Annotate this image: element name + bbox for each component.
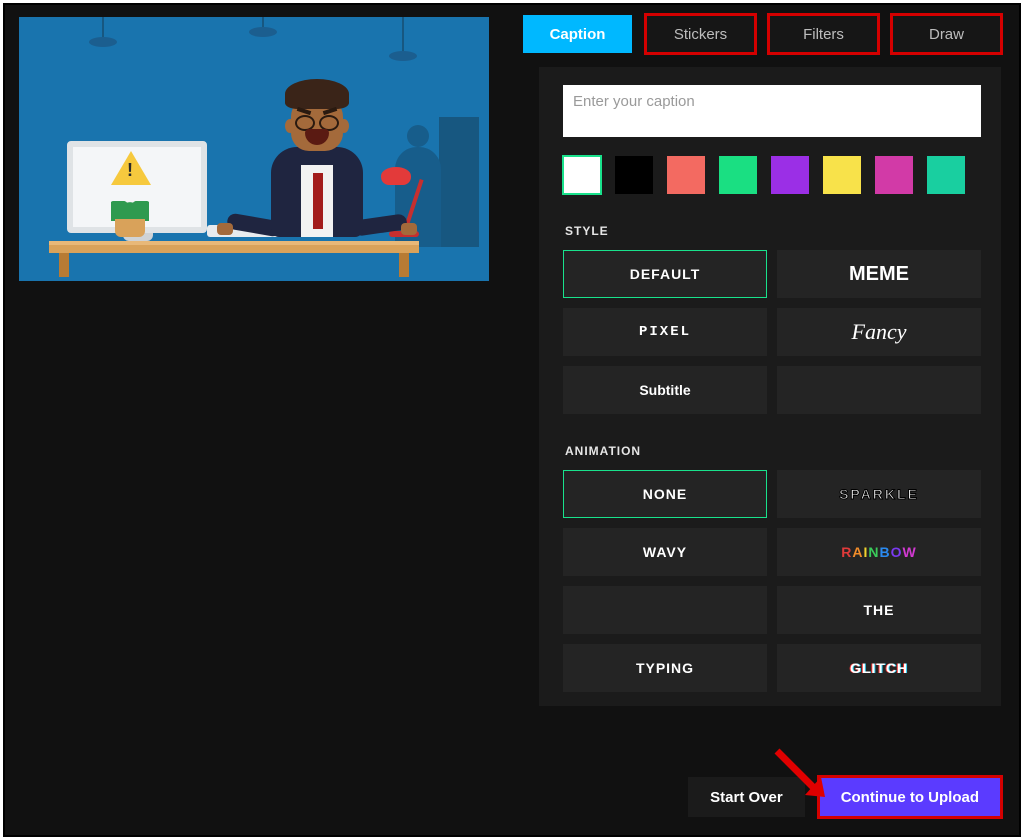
decoration xyxy=(399,253,409,277)
decoration xyxy=(439,117,479,247)
style-section-label: STYLE xyxy=(565,224,981,238)
start-over-button[interactable]: Start Over xyxy=(688,777,805,817)
character-illustration xyxy=(257,69,377,237)
style-option-default[interactable]: DEFAULT xyxy=(563,250,767,298)
preview-canvas[interactable]: ! xyxy=(19,17,489,281)
color-swatch-magenta[interactable] xyxy=(875,156,913,194)
style-grid: DEFAULTMEMEPIXELFancySubtitle xyxy=(563,250,981,414)
continue-upload-button[interactable]: Continue to Upload xyxy=(819,777,1001,817)
decoration xyxy=(49,241,419,253)
animation-option-sparkle[interactable]: SPARKLE xyxy=(777,470,981,518)
tab-stickers[interactable]: Stickers xyxy=(646,15,755,53)
decoration xyxy=(111,201,149,221)
footer-actions: Start Over Continue to Upload xyxy=(505,777,1019,835)
tab-filters[interactable]: Filters xyxy=(769,15,878,53)
decoration xyxy=(89,37,117,47)
decoration xyxy=(389,51,417,61)
style-option-blank[interactable] xyxy=(777,366,981,414)
animation-option-typing[interactable]: TYPING xyxy=(563,644,767,692)
side-panel: Caption Stickers Filters Draw STYLE DEFA… xyxy=(505,5,1019,835)
animation-option-wavy[interactable]: WAVY xyxy=(563,528,767,576)
animation-option-none[interactable]: NONE xyxy=(563,470,767,518)
animation-grid: NONESPARKLEWAVYRAINBOW THETYPINGGLITCH xyxy=(563,470,981,692)
animation-option-the[interactable]: THE xyxy=(777,586,981,634)
decoration xyxy=(249,27,277,37)
color-swatch-white[interactable] xyxy=(563,156,601,194)
color-swatch-yellow[interactable] xyxy=(823,156,861,194)
color-swatch-coral[interactable] xyxy=(667,156,705,194)
warning-mark: ! xyxy=(127,160,133,181)
style-option-fancy[interactable]: Fancy xyxy=(777,308,981,356)
color-swatch-black[interactable] xyxy=(615,156,653,194)
decoration xyxy=(102,17,104,39)
style-option-meme[interactable]: MEME xyxy=(777,250,981,298)
decoration xyxy=(115,219,145,237)
color-swatch-purple[interactable] xyxy=(771,156,809,194)
decoration xyxy=(402,17,404,53)
main-row: ! xyxy=(5,5,1019,835)
animation-option-blank[interactable] xyxy=(563,586,767,634)
decoration xyxy=(59,253,69,277)
tab-draw[interactable]: Draw xyxy=(892,15,1001,53)
caption-input[interactable] xyxy=(563,85,981,137)
tab-caption[interactable]: Caption xyxy=(523,15,632,53)
tabs-row: Caption Stickers Filters Draw xyxy=(505,5,1019,53)
animation-option-rainbow[interactable]: RAINBOW xyxy=(777,528,981,576)
animation-option-glitch[interactable]: GLITCH xyxy=(777,644,981,692)
preview-pane: ! xyxy=(5,5,505,835)
color-swatch-green[interactable] xyxy=(719,156,757,194)
style-option-subtitle[interactable]: Subtitle xyxy=(563,366,767,414)
color-swatch-row xyxy=(563,156,981,194)
editor-frame: ! xyxy=(3,3,1021,837)
color-swatch-teal[interactable] xyxy=(927,156,965,194)
decoration xyxy=(381,167,411,185)
animation-section-label: ANIMATION xyxy=(565,444,981,458)
style-option-pixel[interactable]: PIXEL xyxy=(563,308,767,356)
caption-panel: STYLE DEFAULTMEMEPIXELFancySubtitle ANIM… xyxy=(539,67,1001,706)
